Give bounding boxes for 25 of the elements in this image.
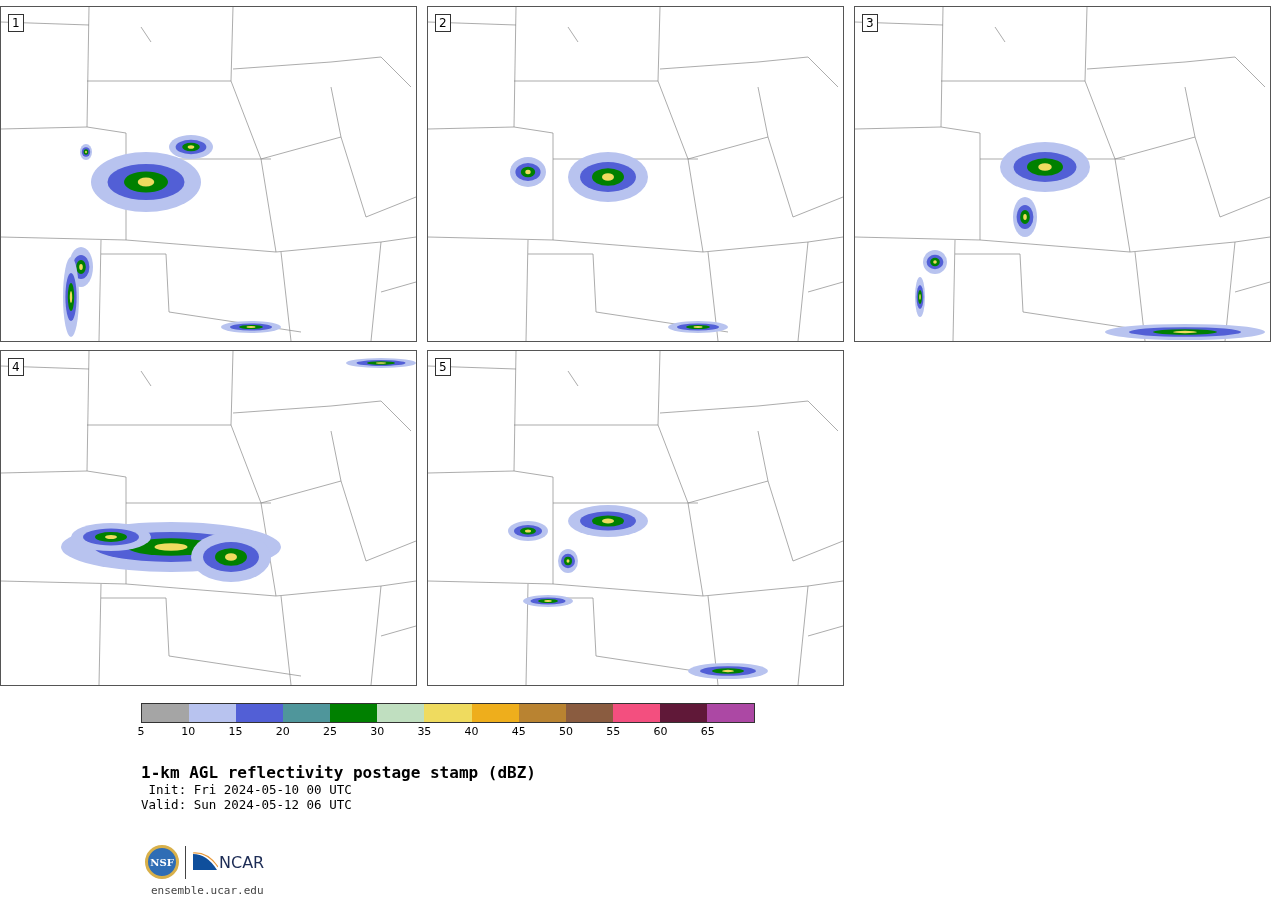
colorbar-tick-label: 5 (137, 725, 145, 738)
panel-number: 3 (862, 14, 878, 32)
colorbar-tick-label: 25 (322, 725, 337, 738)
nsf-logo: NSF (145, 845, 179, 879)
website-url: ensemble.ucar.edu (151, 883, 264, 899)
colorbar-tick-label: 40 (464, 725, 479, 738)
valid-time: Valid: Sun 2024-05-12 06 UTC (141, 797, 352, 812)
colorbar-tick-label: 10 (181, 725, 196, 738)
panel-number: 4 (8, 358, 24, 376)
colorbar-tick-label: 55 (606, 725, 621, 738)
chart-title: 1-km AGL reflectivity postage stamp (dBZ) (141, 764, 536, 782)
init-time: Init: Fri 2024-05-10 00 UTC (147, 782, 352, 797)
ncar-logo: NCAR (192, 852, 265, 872)
ncar-swoosh-icon (192, 852, 218, 872)
colorbar-tick-label: 15 (228, 725, 243, 738)
colorbar-tick-label: 35 (417, 725, 432, 738)
colorbar-tick-label: 60 (653, 725, 668, 738)
colorbar-tick-label: 20 (275, 725, 290, 738)
colorbar-tick-label: 30 (370, 725, 385, 738)
colorbar-tick-label: 45 (511, 725, 526, 738)
panel-number: 2 (435, 14, 451, 32)
colorbar-tick-label: 50 (559, 725, 574, 738)
panel-number: 5 (435, 358, 451, 376)
panel-number: 1 (8, 14, 24, 32)
colorbar-tick-label: 65 (700, 725, 715, 738)
